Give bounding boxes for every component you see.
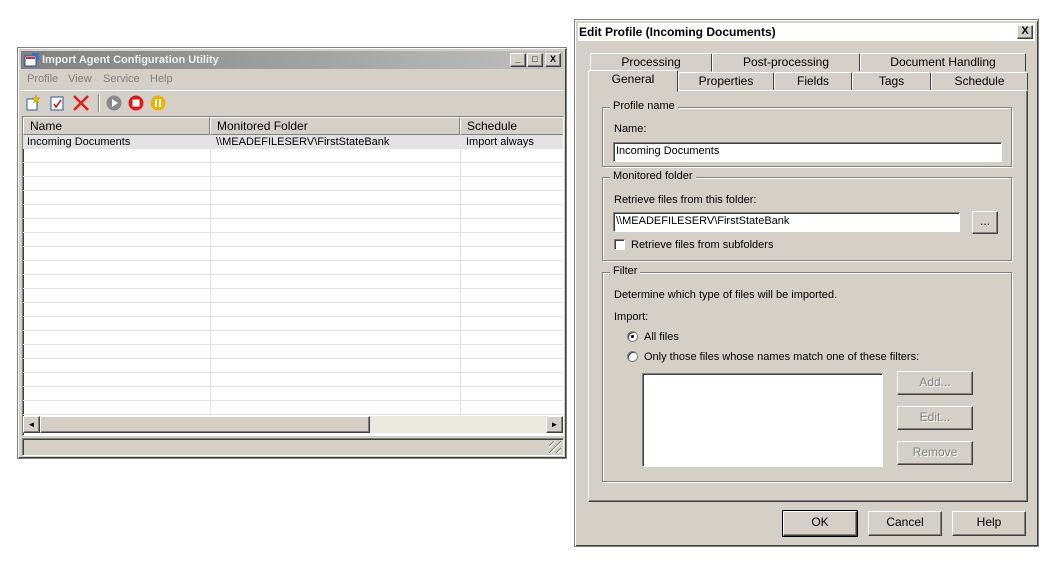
- folder-path-input[interactable]: \\MEADEFILESERV\FirstStateBank: [613, 212, 960, 232]
- monitored-folder-group: Monitored folder Retrieve files from thi…: [602, 170, 1012, 261]
- menubar: Profile View Service Help: [21, 70, 563, 89]
- filter-legend: Filter: [610, 265, 641, 277]
- menu-service[interactable]: Service: [103, 73, 140, 85]
- radio-matching-files[interactable]: [627, 351, 638, 362]
- folder-label: Retrieve files from this folder:: [614, 194, 757, 206]
- empty-list-row: [23, 163, 563, 177]
- tab-properties[interactable]: Properties: [678, 72, 774, 91]
- column-header-folder[interactable]: Monitored Folder: [210, 117, 460, 135]
- monitored-folder-legend: Monitored folder: [610, 170, 696, 182]
- close-button[interactable]: X: [545, 53, 561, 67]
- radio-all-files[interactable]: [627, 331, 638, 342]
- resize-grip-icon[interactable]: [549, 441, 561, 453]
- horizontal-scrollbar[interactable]: ◄ ►: [23, 416, 563, 433]
- filter-group: Filter Determine which type of files wil…: [602, 265, 1012, 482]
- pause-service-icon[interactable]: [149, 94, 167, 112]
- empty-list-row: [23, 275, 563, 289]
- toolbar: [21, 90, 563, 114]
- filter-description: Determine which type of files will be im…: [614, 289, 838, 301]
- stop-service-icon[interactable]: [127, 94, 145, 112]
- column-divider: [210, 135, 211, 415]
- empty-list-row: [23, 331, 563, 345]
- column-divider: [460, 135, 461, 415]
- empty-list-row: [23, 289, 563, 303]
- maximize-button[interactable]: □: [527, 53, 543, 67]
- delete-profile-icon[interactable]: [72, 94, 90, 112]
- app-titlebar[interactable]: Import Agent Configuration Utility _ □ X: [21, 51, 563, 69]
- empty-list-row: [23, 359, 563, 373]
- scroll-thumb[interactable]: [40, 416, 370, 433]
- profile-name-group: Profile name Name: Incoming Documents: [602, 100, 1012, 167]
- empty-list-row: [23, 345, 563, 359]
- import-label: Import:: [614, 311, 649, 323]
- empty-list-row: [23, 261, 563, 275]
- app-icon: [24, 53, 39, 67]
- add-filter-button[interactable]: Add...: [897, 371, 973, 395]
- dialog-titlebar[interactable]: Edit Profile (Incoming Documents) X: [578, 23, 1035, 41]
- subfolders-checkbox[interactable]: [614, 239, 625, 250]
- empty-list-row: [23, 191, 563, 205]
- tab-post-processing[interactable]: Post-processing: [712, 53, 860, 72]
- empty-list-row: [23, 149, 563, 163]
- profile-list[interactable]: Name Monitored Folder Schedule Incoming …: [22, 116, 564, 436]
- cell-folder: \\MEADEFILESERV\FirstStateBank: [216, 136, 390, 148]
- menu-help[interactable]: Help: [150, 73, 173, 85]
- import-agent-window: Import Agent Configuration Utility _ □ X…: [17, 47, 567, 459]
- scroll-right-button[interactable]: ►: [546, 416, 563, 433]
- empty-list-row: [23, 401, 563, 415]
- tab-schedule[interactable]: Schedule: [931, 72, 1028, 91]
- cell-schedule: Import always: [466, 136, 534, 148]
- empty-list-row: [23, 177, 563, 191]
- status-bar: [22, 438, 564, 456]
- scroll-left-button[interactable]: ◄: [23, 416, 40, 433]
- cell-name: Incoming Documents: [27, 136, 131, 148]
- profile-name-legend: Profile name: [610, 100, 678, 112]
- start-service-icon[interactable]: [105, 94, 123, 112]
- menu-profile[interactable]: Profile: [27, 73, 58, 85]
- empty-list-row: [23, 317, 563, 331]
- app-title: Import Agent Configuration Utility: [42, 54, 219, 66]
- empty-list-row: [23, 247, 563, 261]
- subfolders-label[interactable]: Retrieve files from subfolders: [631, 239, 773, 251]
- table-row[interactable]: Incoming Documents \\MEADEFILESERV\First…: [23, 135, 563, 149]
- filter-list[interactable]: [642, 373, 883, 467]
- cancel-button[interactable]: Cancel: [868, 511, 942, 536]
- empty-list-row: [23, 205, 563, 219]
- tab-document-handling[interactable]: Document Handling: [860, 53, 1026, 72]
- empty-list-row: [23, 219, 563, 233]
- column-header-schedule[interactable]: Schedule: [460, 117, 563, 135]
- edit-filter-button[interactable]: Edit...: [897, 406, 973, 430]
- dialog-title: Edit Profile (Incoming Documents): [579, 25, 776, 39]
- edit-profile-dialog: Edit Profile (Incoming Documents) X Proc…: [574, 19, 1039, 547]
- all-files-label[interactable]: All files: [644, 331, 679, 343]
- tab-tags[interactable]: Tags: [852, 72, 931, 91]
- empty-list-row: [23, 303, 563, 317]
- tab-fields[interactable]: Fields: [774, 72, 852, 91]
- new-profile-icon[interactable]: [24, 94, 42, 112]
- tab-general[interactable]: General: [588, 70, 678, 92]
- minimize-button[interactable]: _: [510, 53, 526, 67]
- edit-profile-icon[interactable]: [48, 94, 66, 112]
- general-tab-panel: Profile name Name: Incoming Documents Mo…: [588, 90, 1028, 502]
- remove-filter-button[interactable]: Remove: [897, 441, 973, 465]
- browse-folder-button[interactable]: ...: [972, 211, 998, 234]
- radio-selected-dot: [631, 335, 634, 338]
- name-label: Name:: [614, 123, 647, 135]
- column-header-name[interactable]: Name: [23, 117, 210, 135]
- help-button[interactable]: Help: [952, 511, 1026, 536]
- profile-name-input[interactable]: Incoming Documents: [613, 142, 1002, 162]
- menu-view[interactable]: View: [68, 73, 92, 85]
- empty-list-row: [23, 233, 563, 247]
- empty-list-row: [23, 387, 563, 401]
- matching-files-label[interactable]: Only those files whose names match one o…: [644, 351, 919, 363]
- dialog-close-button[interactable]: X: [1017, 25, 1033, 39]
- toolbar-separator: [98, 94, 100, 112]
- empty-list-row: [23, 373, 563, 387]
- ok-button[interactable]: OK: [782, 510, 858, 537]
